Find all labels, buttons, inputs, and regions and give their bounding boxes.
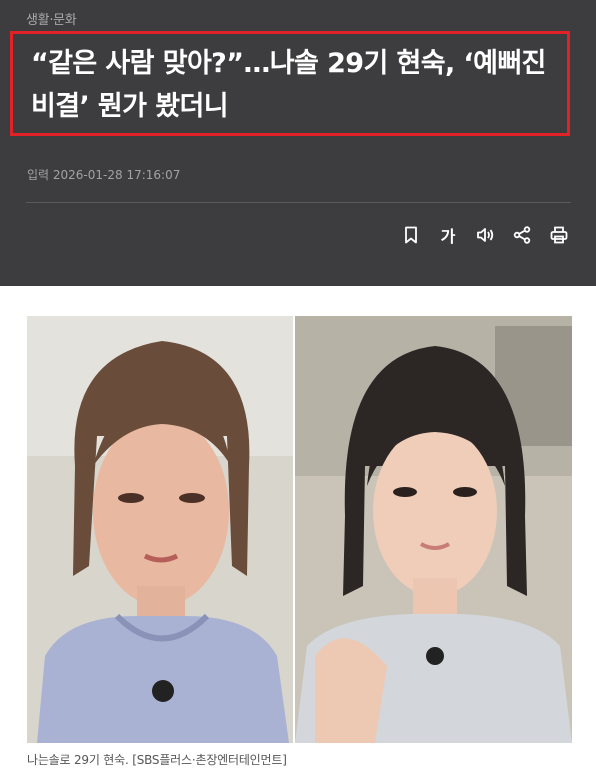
article-header: 생활·문화 “같은 사람 맞아?”…나솔 29기 현숙, ‘예뻐진 비결’ 뭔가…	[0, 0, 596, 286]
article-toolbar: 가	[387, 222, 572, 248]
article-headline: “같은 사람 맞아?”…나솔 29기 현숙, ‘예뻐진 비결’ 뭔가 봤더니	[31, 48, 546, 122]
font-size-button[interactable]: 가	[435, 222, 461, 248]
print-button[interactable]	[546, 222, 572, 248]
photo-panel-after	[295, 316, 572, 743]
photo-caption: 나는솔로 29기 현숙. [SBS플러스·촌장엔터테인먼트]	[27, 753, 287, 767]
article-date: 입력 2026-01-28 17:16:07	[27, 168, 181, 182]
speaker-icon	[477, 228, 494, 242]
photo-panel-before	[27, 316, 293, 743]
share-button[interactable]	[509, 222, 535, 248]
print-icon	[550, 226, 568, 244]
listen-button[interactable]	[472, 222, 498, 248]
headline-highlight-box: “같은 사람 맞아?”…나솔 29기 현숙, ‘예뻐진 비결’ 뭔가 봤더니	[10, 31, 570, 136]
article-category[interactable]: 생활·문화	[26, 9, 77, 28]
share-icon	[513, 226, 531, 244]
bookmark-button[interactable]	[398, 222, 424, 248]
header-divider	[26, 202, 571, 203]
font-size-icon: 가	[440, 227, 456, 246]
bookmark-icon	[405, 226, 417, 244]
article-photo	[27, 316, 572, 743]
